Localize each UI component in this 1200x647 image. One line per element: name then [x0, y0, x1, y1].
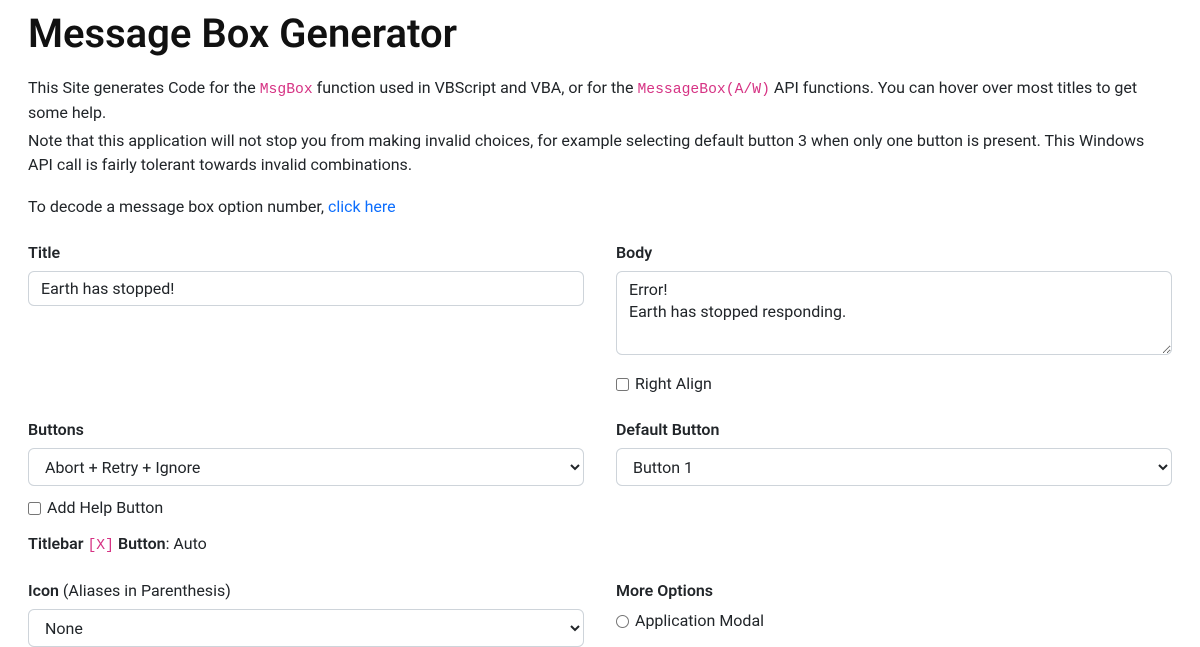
default-button-label: Default Button [616, 418, 1172, 442]
app-modal-radio[interactable] [616, 615, 629, 628]
title-input[interactable] [28, 271, 584, 306]
messagebox-code: MessageBox(A/W) [637, 82, 770, 98]
app-modal-label: Application Modal [635, 609, 764, 633]
titlebar-prefix: Titlebar [28, 534, 87, 553]
buttons-select[interactable]: Abort + Retry + Ignore [28, 448, 584, 486]
add-help-label: Add Help Button [47, 496, 163, 520]
page-title: Message Box Generator [28, 4, 1172, 64]
title-label: Title [28, 241, 584, 265]
right-align-checkbox[interactable] [616, 378, 629, 391]
default-button-select[interactable]: Button 1 [616, 448, 1172, 486]
body-textarea[interactable]: Error! Earth has stopped responding. [616, 271, 1172, 355]
intro-part2: function used in VBScript and VBA, or fo… [313, 78, 638, 97]
intro-part1: This Site generates Code for the [28, 78, 260, 97]
right-align-label: Right Align [635, 372, 712, 396]
titlebar-button-word: Button [114, 534, 166, 553]
titlebar-value: : Auto [166, 534, 207, 553]
icon-select[interactable]: None [28, 609, 584, 647]
decode-line: To decode a message box option number, c… [28, 195, 1172, 219]
add-help-checkbox[interactable] [28, 502, 41, 515]
buttons-label: Buttons [28, 418, 584, 442]
intro-text: This Site generates Code for the MsgBox … [28, 76, 1172, 177]
decode-prefix: To decode a message box option number, [28, 197, 328, 216]
icon-label-text: Icon [28, 581, 59, 600]
msgbox-code: MsgBox [260, 82, 313, 98]
decode-link[interactable]: click here [328, 197, 396, 216]
icon-hint: (Aliases in Parenthesis) [59, 581, 231, 600]
body-label: Body [616, 241, 1172, 265]
titlebar-line: Titlebar [X] Button: Auto [28, 532, 584, 557]
intro-note: Note that this application will not stop… [28, 129, 1172, 177]
titlebar-x-code: [X] [87, 538, 114, 554]
